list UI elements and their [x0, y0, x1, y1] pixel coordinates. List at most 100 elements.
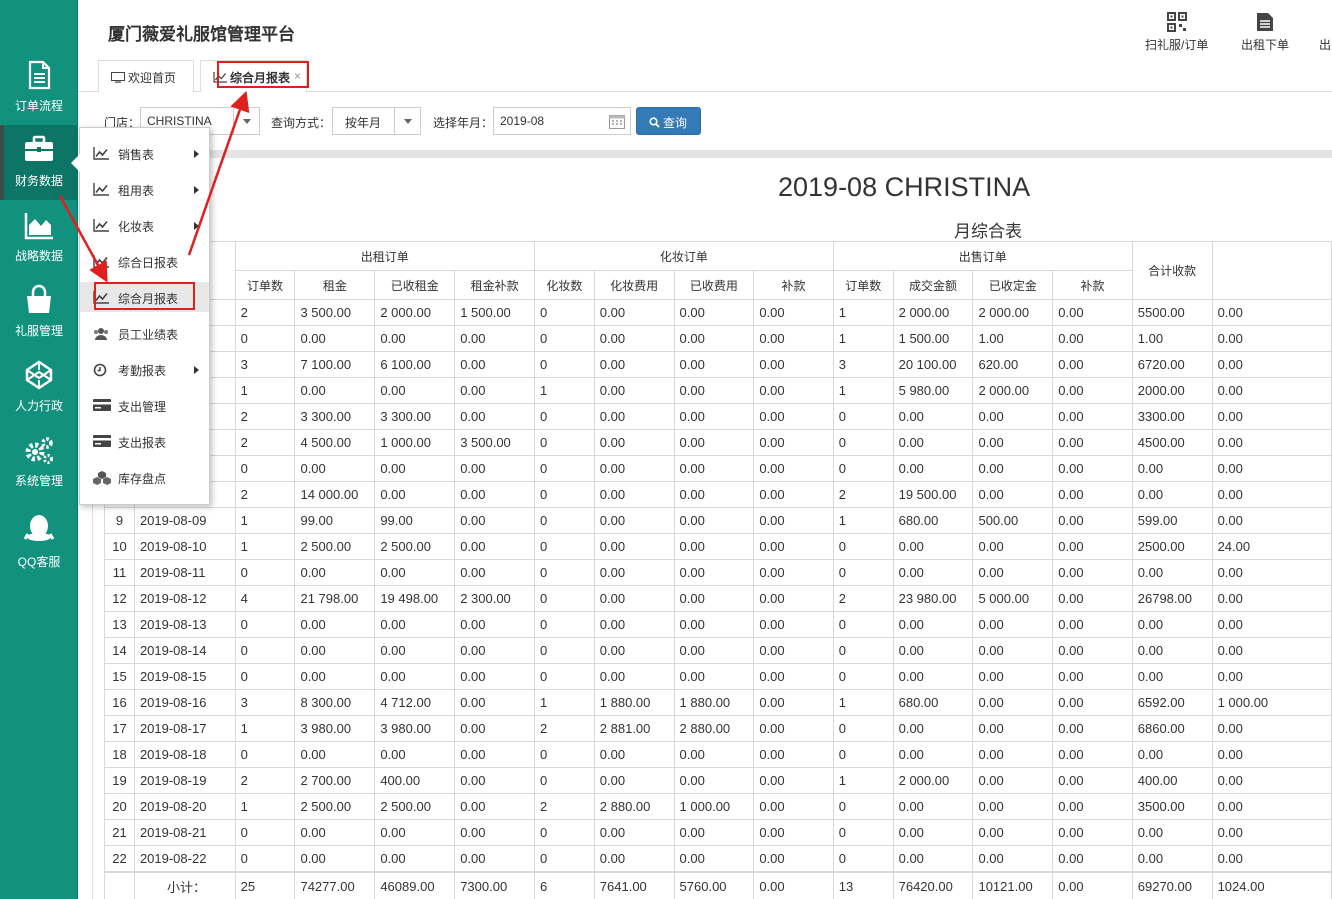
table-cell: 0 [533, 481, 595, 508]
table-cell: 0.00 [1052, 741, 1133, 768]
scan-button[interactable]: 扫礼服/订单 [1145, 12, 1208, 53]
table-cell: 0.00 [1211, 429, 1332, 456]
table-cell: 0.00 [673, 767, 755, 794]
table-cell: 0.00 [1052, 715, 1133, 742]
table-cell: 0.00 [593, 533, 675, 560]
tab-welcome[interactable]: 欢迎首页 [98, 60, 194, 92]
table-cell: 0.00 [1211, 715, 1332, 742]
menu-item-10[interactable]: 库存盘点 [80, 462, 209, 492]
query-mode-value: 按年月 [345, 116, 382, 130]
table-cell: 1 000.00 [673, 793, 755, 820]
table-cell: 0.00 [294, 611, 376, 638]
table-cell: 0.00 [454, 663, 535, 690]
table-cell: 0 [832, 741, 894, 768]
menu-item-7[interactable]: 考勤报表 [80, 354, 209, 384]
column-header: 订单数 [234, 270, 296, 300]
menu-item-3[interactable]: 化妆表 [80, 210, 209, 240]
table-cell: 0.00 [454, 533, 535, 560]
menu-item-1[interactable]: 销售表 [80, 138, 209, 168]
table-cell: 0 [533, 845, 595, 872]
sidebar-item-hr[interactable]: 人力行政 [0, 350, 78, 425]
rent-order-button[interactable]: 出租下单 [1241, 12, 1289, 53]
sidebar-item-qq[interactable]: QQ客服 [0, 503, 78, 578]
chevron-right-icon [194, 150, 199, 158]
table-cell: 1 [832, 507, 894, 534]
users-icon [93, 327, 109, 340]
month-input[interactable]: 2019-08 [493, 107, 631, 135]
menu-item-8[interactable]: 支出管理 [80, 390, 209, 420]
table-cell: 0 [533, 455, 595, 482]
table-cell: 0.00 [753, 767, 834, 794]
table-cell: 99.00 [294, 507, 376, 534]
table-cell: 0.00 [294, 637, 376, 664]
table-cell: 0.00 [972, 611, 1054, 638]
table-row: 22 2019-08-22 0 0.00 0.00 0.00 0 0.00 0.00 0.00 0 0… [104, 845, 1332, 872]
table-cell: 2 500.00 [294, 533, 376, 560]
query-button[interactable]: 查询 [636, 107, 701, 135]
table-cell: 2 000.00 [892, 767, 974, 794]
table-cell: 0.00 [294, 819, 376, 846]
menu-item-label: 支出管理 [118, 400, 167, 414]
table-cell: 0.00 [753, 585, 834, 612]
table-cell: 0.00 [892, 819, 974, 846]
table-cell: 3500.00 [1131, 793, 1213, 820]
table-cell: 0 [832, 455, 894, 482]
table-cell: 0.00 [374, 611, 456, 638]
table-cell: 0.00 [673, 845, 755, 872]
table-row: 123 500.002 000.001 500.0000.000.000.001… [104, 299, 1332, 326]
menu-item-4[interactable]: 综合日报表 [80, 246, 209, 276]
table-cell: 0.00 [1052, 403, 1133, 430]
sidebar-item-strategy[interactable]: 战略数据 [0, 200, 78, 275]
menu-highlight-box [94, 282, 195, 310]
sidebar-item-system[interactable]: 系统管理 [0, 425, 78, 500]
table-cell: 0 [234, 637, 296, 664]
table-cell: 0.00 [593, 559, 675, 586]
table-cell: 3 [832, 351, 894, 378]
table-cell: 0.00 [673, 507, 755, 534]
calendar-icon[interactable] [609, 114, 625, 129]
table-cell: 0.00 [593, 845, 675, 872]
table-row: 17 2019-08-17 1 3 980.00 3 980.00 0.00 2 2 881.… [104, 715, 1332, 742]
table-cell: 1 000.00 [374, 429, 456, 456]
table-cell: 0.00 [1211, 793, 1332, 820]
table-cell: 2 300.00 [454, 585, 535, 612]
table-cell: 1 880.00 [673, 689, 755, 716]
table-cell: 2019-08-10 [133, 533, 236, 560]
divider [92, 150, 1332, 158]
table-cell: 0 [533, 351, 595, 378]
menu-item-9[interactable]: 支出报表 [80, 426, 209, 456]
table-cell: 1 [533, 689, 595, 716]
month-value: 2019-08 [500, 114, 545, 128]
table-cell: 1 [832, 299, 894, 326]
table-cell: 2019-08-19 [133, 767, 236, 794]
summary-cell: 0.00 [753, 870, 834, 899]
table-cell: 0.00 [454, 845, 535, 872]
query-mode-select[interactable]: 按年月 [332, 107, 421, 135]
report-subtitle: 月综合表 [954, 222, 1022, 241]
sell-order-button[interactable]: 出 [1318, 12, 1332, 53]
table-cell: 12 [104, 585, 135, 612]
table-cell: 0.00 [294, 559, 376, 586]
table-cell: 26798.00 [1131, 585, 1213, 612]
table-cell: 0.00 [1131, 455, 1213, 482]
menu-item-2[interactable]: 租用表 [80, 174, 209, 204]
table-cell: 6720.00 [1131, 351, 1213, 378]
sidebar-item-order-flow[interactable]: 订单流程 [0, 50, 78, 125]
area-chart-icon [23, 209, 55, 241]
sidebar-item-finance[interactable]: 财务数据 [0, 125, 78, 200]
table-row: 200.000.000.0000.000.000.0011 500.001.00… [104, 325, 1332, 352]
table-cell: 0.00 [673, 741, 755, 768]
table-cell: 0 [832, 819, 894, 846]
table-cell: 0.00 [673, 377, 755, 404]
sidebar-item-dress[interactable]: 礼服管理 [0, 275, 78, 350]
menu-item-6[interactable]: 员工业绩表 [80, 318, 209, 348]
table-cell: 1.00 [1131, 325, 1213, 352]
table-cell: 2000.00 [1131, 377, 1213, 404]
summary-cell: 69270.00 [1131, 870, 1213, 899]
column-header: 化妆费用 [593, 270, 675, 300]
table-cell: 2 000.00 [892, 299, 974, 326]
table-cell: 0 [234, 663, 296, 690]
table-cell: 0 [832, 663, 894, 690]
table-cell: 0 [832, 429, 894, 456]
table-cell: 0.00 [454, 403, 535, 430]
